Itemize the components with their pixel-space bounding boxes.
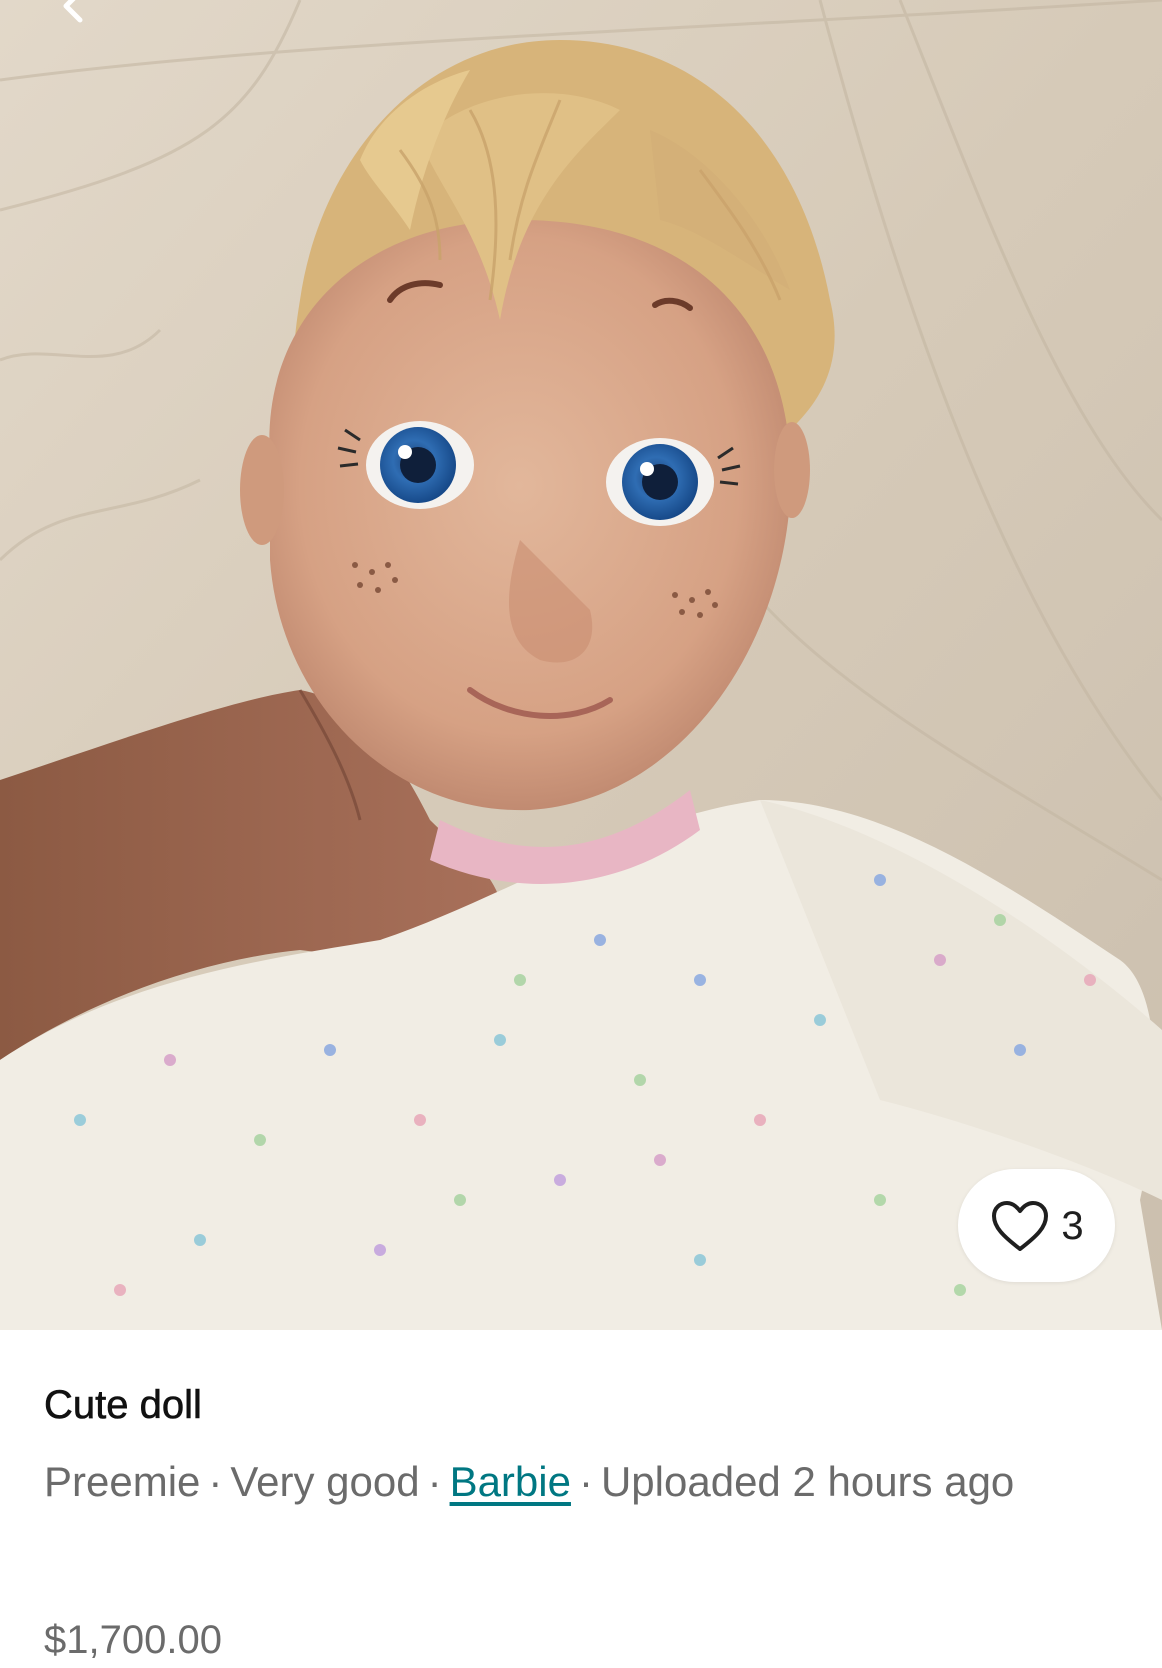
listing-page: 3 Cute doll Preemie · Very good · Barbie · Upl… xyxy=(0,0,1162,1668)
listing-photo[interactable]: 3 xyxy=(0,0,1162,1330)
like-count: 3 xyxy=(1061,1203,1084,1248)
back-arrow-icon[interactable] xyxy=(52,0,92,26)
listing-price: $1,700.00 xyxy=(44,1618,222,1662)
brand-link[interactable]: Barbie xyxy=(450,1458,571,1505)
heart-outline-icon xyxy=(992,1200,1049,1251)
condition-label: Very good xyxy=(230,1458,420,1505)
listing-meta: Preemie · Very good · Barbie · Uploaded 2 hour… xyxy=(44,1450,1094,1514)
meta-separator: · xyxy=(208,1458,223,1505)
uploaded-time: Uploaded 2 hours ago xyxy=(600,1458,1015,1505)
meta-separator: · xyxy=(427,1458,442,1505)
listing-info: Cute doll Preemie · Very good · Barbie · Uploa… xyxy=(44,1380,1134,1514)
listing-title: Cute doll xyxy=(44,1383,202,1428)
size-label: Preemie xyxy=(44,1458,201,1505)
like-button[interactable]: 3 xyxy=(958,1169,1115,1282)
meta-separator: · xyxy=(578,1458,593,1505)
